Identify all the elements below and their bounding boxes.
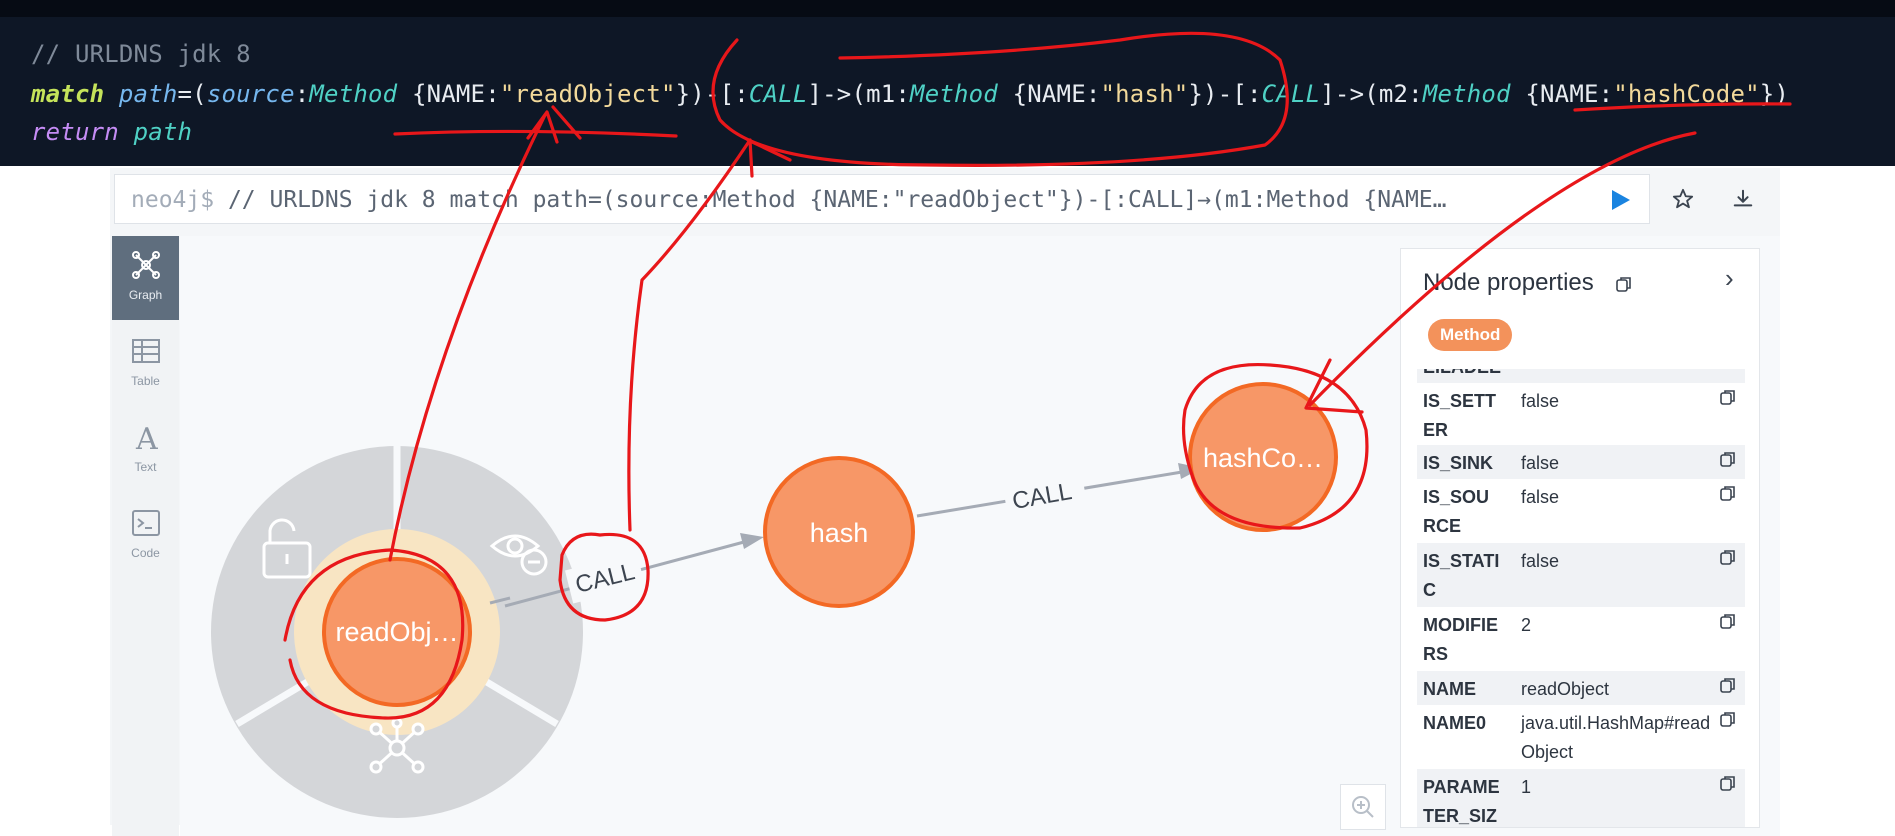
panel-title: Node properties xyxy=(1423,269,1594,296)
property-row: IS_STATIC false xyxy=(1417,543,1745,607)
punct: ]->(m2: xyxy=(1320,80,1423,108)
property-value: false xyxy=(1521,487,1560,507)
punct: })-[: xyxy=(1188,80,1262,108)
property-key: PARAMETER_SIZE xyxy=(1423,777,1500,826)
collapse-chevron-icon[interactable]: › xyxy=(1725,263,1734,294)
query-editor[interactable]: neo4j$ // URLDNS jdk 8 match path=(sourc… xyxy=(114,174,1650,224)
property-row: NAME0 java.util.HashMap#readObject xyxy=(1417,705,1745,769)
rel-call: CALL xyxy=(1261,80,1321,108)
query-text[interactable]: neo4j$ // URLDNS jdk 8 match path=(sourc… xyxy=(131,187,1511,213)
punct: }) xyxy=(1759,80,1790,108)
punct: : xyxy=(294,80,310,108)
keyword-match: match xyxy=(31,80,105,108)
punct: ]->(m1: xyxy=(807,80,911,108)
node-hash[interactable]: hash xyxy=(763,456,915,608)
download-icon[interactable] xyxy=(1732,188,1754,210)
view-tab-table-label: Table xyxy=(131,374,160,388)
property-value: false xyxy=(1521,391,1560,411)
copy-icon[interactable] xyxy=(1720,485,1736,501)
query-content: // URLDNS jdk 8 match path=(source:Metho… xyxy=(214,187,1447,213)
copy-icon[interactable] xyxy=(1720,711,1736,727)
result-view-sidebar: Graph Table A Text Code xyxy=(112,236,179,836)
punct: =( xyxy=(177,80,207,108)
property-value: 2 xyxy=(1521,615,1532,635)
string-hashcode: "hashCode" xyxy=(1613,80,1760,108)
text-icon: A xyxy=(135,422,158,452)
view-tab-code-label: Code xyxy=(131,546,160,560)
copy-icon[interactable] xyxy=(1720,389,1736,405)
property-key: IS_SETTER xyxy=(1423,391,1497,440)
view-tab-table[interactable]: Table xyxy=(112,322,179,406)
property-row: IS_SETTER false xyxy=(1417,383,1745,445)
zoom-in-icon xyxy=(1352,796,1374,818)
keyword-return: return xyxy=(31,118,119,146)
property-key: MODIFIERS xyxy=(1423,615,1498,664)
node-readobject[interactable]: readObj… xyxy=(322,557,472,707)
view-tab-graph[interactable]: Graph xyxy=(112,236,179,320)
punct: })-[: xyxy=(675,80,749,108)
query-prompt: neo4j$ xyxy=(131,187,215,213)
property-value: readObject xyxy=(1521,679,1610,699)
node-label: hash xyxy=(810,518,869,548)
string-hash: "hash" xyxy=(1100,80,1189,108)
code-comment: // URLDNS jdk 8 xyxy=(31,40,251,68)
copy-icon[interactable] xyxy=(1720,451,1736,467)
view-tab-graph-label: Graph xyxy=(128,288,163,302)
rel-call: CALL xyxy=(748,80,808,108)
property-value: false xyxy=(1521,453,1560,473)
property-key: NAME0 xyxy=(1423,713,1487,733)
graph-icon xyxy=(132,251,160,279)
label-method: Method xyxy=(1422,80,1511,108)
string-readobject: "readObject" xyxy=(499,80,676,108)
node-label: readObj… xyxy=(335,617,458,647)
property-row: NAME readObject xyxy=(1417,671,1745,705)
label-badge[interactable]: Method xyxy=(1428,319,1513,351)
view-tab-code[interactable]: Code xyxy=(112,494,179,578)
property-value: java.util.HashMap#readObject xyxy=(1521,713,1711,762)
table-icon xyxy=(132,339,160,363)
prop-open: {NAME: xyxy=(997,80,1101,108)
prop-open: {NAME: xyxy=(1510,80,1614,108)
copy-icon[interactable] xyxy=(1616,276,1632,292)
run-query-play-icon[interactable] xyxy=(1609,189,1631,211)
code-return-line: return path xyxy=(31,118,192,146)
favorite-star-icon[interactable] xyxy=(1672,188,1694,210)
copy-icon[interactable] xyxy=(1720,775,1736,791)
property-row-partial: EILADEE xyxy=(1417,369,1745,383)
label-method: Method xyxy=(910,80,998,108)
view-tab-text-label: Text xyxy=(134,460,157,474)
property-key: NAME xyxy=(1423,679,1476,699)
property-key: IS_STATIC xyxy=(1423,551,1500,600)
svg-text:A: A xyxy=(135,422,158,452)
property-key: IS_SOURCE xyxy=(1423,487,1490,536)
node-label: hashCo… xyxy=(1203,443,1323,473)
code-snippet: // URLDNS jdk 8 match path=(source:Metho… xyxy=(0,0,1895,166)
relationship-call-2[interactable]: CALL xyxy=(916,463,1202,520)
property-row: IS_SINK false xyxy=(1417,445,1745,479)
terminal-icon xyxy=(132,510,160,536)
property-value: false xyxy=(1521,551,1560,571)
property-row: MODIFIERS 2 xyxy=(1417,607,1745,671)
var-path: path xyxy=(118,80,178,108)
copy-icon[interactable] xyxy=(1720,677,1736,693)
property-row: PARAMETER_SIZE 1 xyxy=(1417,769,1745,827)
property-value: 1 xyxy=(1521,777,1532,797)
node-hashcode[interactable]: hashCo… xyxy=(1188,382,1338,532)
zoom-in-button[interactable] xyxy=(1340,784,1386,830)
property-key: EILADEE xyxy=(1423,369,1501,382)
prop-open: {NAME: xyxy=(397,80,500,108)
var-path: path xyxy=(133,118,193,146)
property-key: IS_SINK xyxy=(1423,453,1494,473)
code-match-line: match path=(source:Method {NAME:"readObj… xyxy=(31,80,1789,108)
properties-table: EILADEE IS_SETTER false IS_SINK false IS… xyxy=(1417,369,1745,827)
property-row: IS_SOURCE false xyxy=(1417,479,1745,543)
node-properties-panel: Node properties › Method EILADEE IS_SETT… xyxy=(1400,248,1760,828)
var-source: source xyxy=(206,80,295,108)
copy-icon[interactable] xyxy=(1720,613,1736,629)
code-top-strip xyxy=(0,0,1895,17)
copy-icon[interactable] xyxy=(1720,549,1736,565)
label-method: Method xyxy=(309,80,398,108)
view-tab-text[interactable]: A Text xyxy=(112,408,179,492)
